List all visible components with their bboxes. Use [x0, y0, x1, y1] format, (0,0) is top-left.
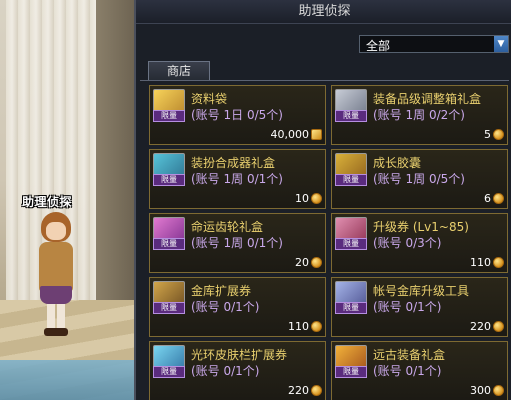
item-limit-desc: (账号 0/3个) [373, 236, 442, 250]
npc-name-label: 助理侦探 [22, 195, 73, 209]
limit-badge: 限量 [335, 366, 367, 378]
coin-icon [311, 193, 322, 204]
shop-item[interactable]: 限量 光环皮肤栏扩展券 (账号 0/1个) 220 [149, 341, 326, 400]
coin-icon [493, 193, 504, 204]
item-price: 6 [484, 192, 491, 205]
shop-item[interactable]: 限量 装备品级调整箱礼盒 (账号 1周 0/2个) 5 [331, 85, 508, 145]
limit-badge: 限量 [335, 110, 367, 122]
item-limit-desc: (账号 1周 0/2个) [373, 108, 465, 122]
item-limit-desc: (账号 0/1个) [191, 364, 260, 378]
npc-assistant-detective[interactable] [36, 212, 76, 336]
limit-badge: 限量 [153, 302, 185, 314]
item-limit-desc: (账号 0/1个) [373, 364, 442, 378]
item-limit-desc: (账号 1周 0/1个) [191, 236, 283, 250]
npc-face [46, 222, 66, 240]
coin-icon [493, 385, 504, 396]
item-name: 命运齿轮礼盒 [191, 220, 264, 234]
water [0, 360, 134, 400]
limit-badge: 限量 [335, 302, 367, 314]
limit-badge: 限量 [153, 174, 185, 186]
item-limit-desc: (账号 1周 0/1个) [191, 172, 283, 186]
item-name: 帐号金库升级工具 [373, 284, 470, 298]
shop-item[interactable]: 限量 成长胶囊 (账号 1周 0/5个) 6 [331, 149, 508, 209]
tab-shop[interactable]: 商店 [148, 61, 210, 81]
item-price: 220 [470, 320, 491, 333]
item-price: 5 [484, 128, 491, 141]
npc-legs [47, 304, 65, 330]
curtain [96, 0, 134, 300]
category-filter-dropdown[interactable]: 全部 ▼ [359, 35, 509, 53]
item-limit-desc: (账号 0/1个) [373, 300, 442, 314]
limit-badge: 限量 [335, 238, 367, 250]
item-grid: 限量 资料袋 (账号 1日 0/5个) 40,000 限量 装备品级调整箱礼盒 … [140, 80, 509, 400]
shop-item[interactable]: 限量 远古装备礼盒 (账号 0/1个) 300 [331, 341, 508, 400]
item-name: 装备品级调整箱礼盒 [373, 92, 482, 106]
coin-icon [311, 321, 322, 332]
shop-window: 助理侦探 全部 ▼ 商店 限量 资料袋 (账号 1日 0/5个) 40,000 … [134, 0, 511, 400]
item-limit-desc: (账号 1日 0/5个) [191, 108, 283, 122]
coin-icon [493, 129, 504, 140]
item-price: 300 [470, 384, 491, 397]
npc-coat [39, 242, 73, 292]
item-limit-desc: (账号 1周 0/5个) [373, 172, 465, 186]
shop-item[interactable]: 限量 帐号金库升级工具 (账号 0/1个) 220 [331, 277, 508, 337]
item-name: 资料袋 [191, 92, 228, 106]
gold-icon [311, 129, 322, 140]
item-name: 装扮合成器礼盒 [191, 156, 276, 170]
shop-item[interactable]: 限量 升级券 (Lv1~85) (账号 0/3个) 110 [331, 213, 508, 273]
item-price: 110 [470, 256, 491, 269]
limit-badge: 限量 [153, 238, 185, 250]
shop-item[interactable]: 限量 装扮合成器礼盒 (账号 1周 0/1个) 10 [149, 149, 326, 209]
chevron-down-icon[interactable]: ▼ [494, 36, 508, 52]
window-title: 助理侦探 [136, 0, 511, 24]
filter-selected-value: 全部 [366, 39, 391, 53]
item-price: 20 [295, 256, 309, 269]
shop-item[interactable]: 限量 资料袋 (账号 1日 0/5个) 40,000 [149, 85, 326, 145]
shop-item[interactable]: 限量 金库扩展券 (账号 0/1个) 110 [149, 277, 326, 337]
npc-skirt [40, 286, 72, 304]
item-limit-desc: (账号 0/1个) [191, 300, 260, 314]
coin-icon [311, 257, 322, 268]
item-price: 10 [295, 192, 309, 205]
coin-icon [311, 385, 322, 396]
item-name: 升级券 (Lv1~85) [373, 220, 469, 234]
coin-icon [493, 257, 504, 268]
item-name: 远古装备礼盒 [373, 348, 446, 362]
limit-badge: 限量 [335, 174, 367, 186]
coin-icon [493, 321, 504, 332]
item-price: 110 [288, 320, 309, 333]
item-price: 220 [288, 384, 309, 397]
limit-badge: 限量 [153, 366, 185, 378]
limit-badge: 限量 [153, 110, 185, 122]
npc-shoes [44, 328, 68, 336]
game-scene: 助理侦探 [0, 0, 134, 400]
item-price: 40,000 [270, 128, 310, 141]
item-name: 成长胶囊 [373, 156, 422, 170]
item-name: 光环皮肤栏扩展券 [191, 348, 288, 362]
shop-item[interactable]: 限量 命运齿轮礼盒 (账号 1周 0/1个) 20 [149, 213, 326, 273]
item-name: 金库扩展券 [191, 284, 252, 298]
